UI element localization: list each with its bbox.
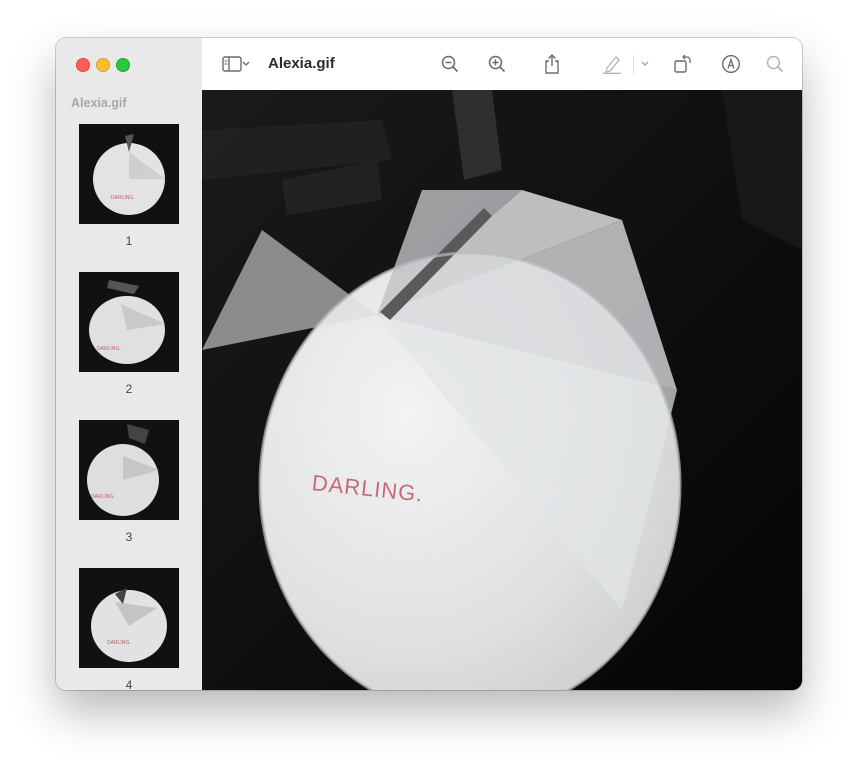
markup-icon[interactable] [719,52,743,76]
gif-frame-image [202,90,802,690]
page-thumbnail-3[interactable]: DARLING. [79,420,179,520]
sidebar-title: Alexia.gif [71,96,127,110]
page-number-3: 3 [125,530,133,544]
close-button[interactable] [76,58,90,72]
page-number-2: 2 [125,382,133,396]
svg-text:DARLING.: DARLING. [107,640,131,646]
preview-window: Alexia.gif DARLING. 1 DARLING. 2 DARLING… [56,38,802,690]
svg-text:DARLING.: DARLING. [97,346,121,352]
page-thumbnail-4[interactable]: DARLING. [79,568,179,668]
zoom-out-icon[interactable] [438,52,462,76]
chevron-down-icon[interactable] [638,52,652,76]
toolbar-divider [633,55,634,75]
page-thumbnail-1[interactable]: DARLING. [79,124,179,224]
highlight-pen-icon[interactable] [600,52,624,76]
page-number-4: 4 [125,678,133,690]
thumbnail-image: DARLING. [79,420,179,520]
thumbnail-image: DARLING. [79,124,179,224]
document-title: Alexia.gif [268,55,335,72]
svg-text:DARLING.: DARLING. [111,195,135,201]
page-number-1: 1 [125,234,133,248]
page-thumbnail-2[interactable]: DARLING. [79,272,179,372]
toolbar: Alexia.gif [202,38,802,91]
chevron-down-icon[interactable] [239,52,253,76]
minimize-button[interactable] [96,58,110,72]
image-canvas: DARLING. [202,90,802,690]
zoom-in-icon[interactable] [485,52,509,76]
svg-text:DARLING.: DARLING. [91,494,115,500]
rotate-icon[interactable] [671,52,695,76]
thumbnail-image: DARLING. [79,272,179,372]
thumbnail-sidebar: Alexia.gif DARLING. 1 DARLING. 2 DARLING… [56,38,203,690]
thumbnail-image: DARLING. [79,568,179,668]
share-icon[interactable] [540,52,564,76]
zoom-button[interactable] [116,58,130,72]
search-icon[interactable] [763,52,787,76]
